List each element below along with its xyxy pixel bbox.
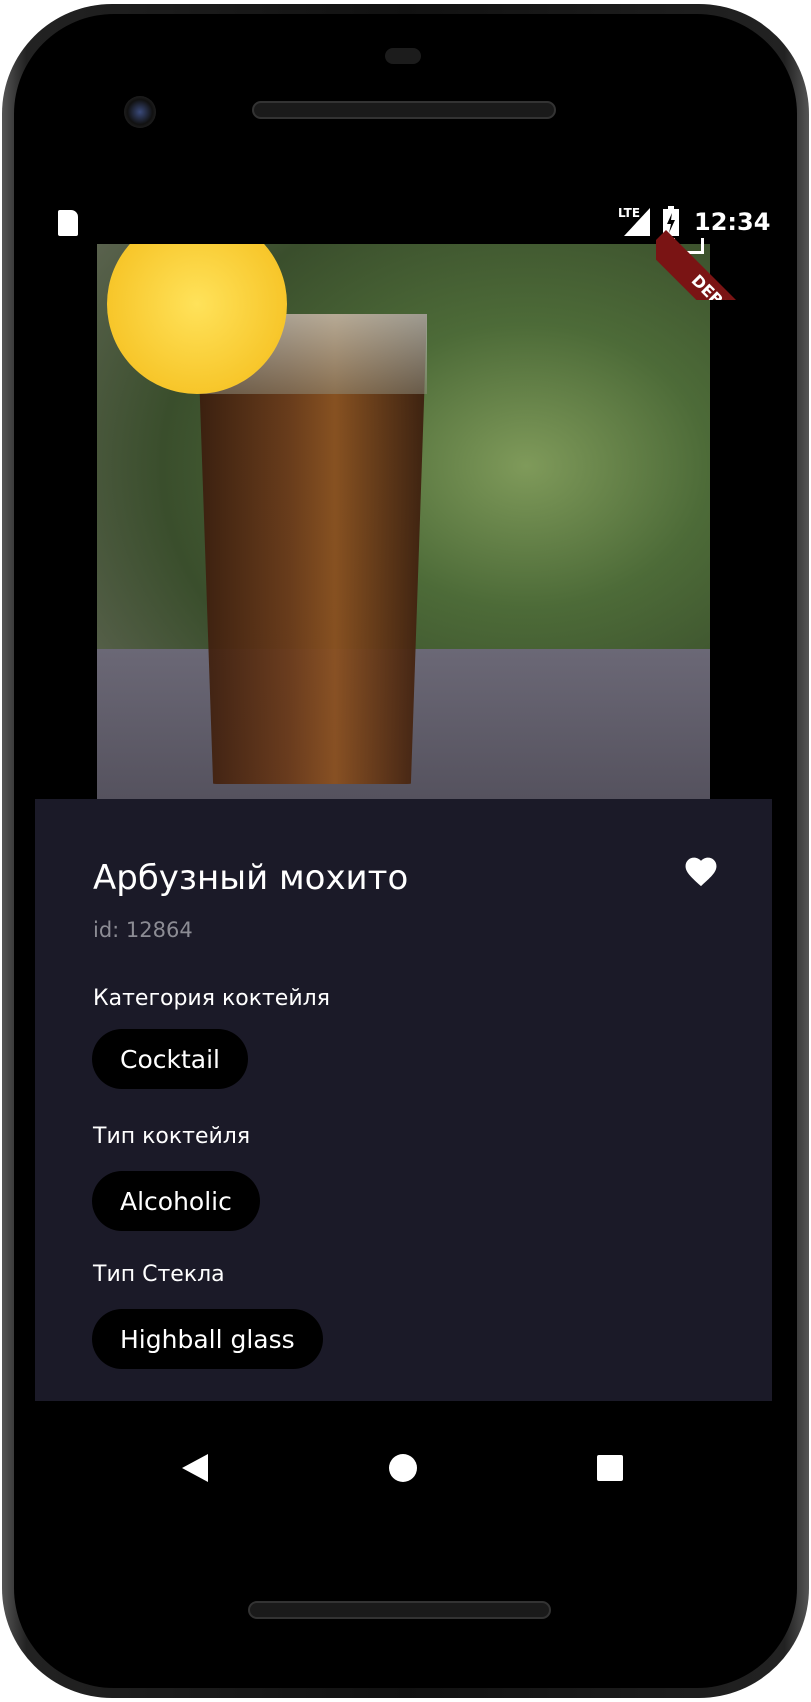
cocktail-image [97,244,710,799]
favorite-heart-icon[interactable] [682,853,720,887]
cocktail-title: Арбузный мохито [93,858,409,898]
nav-recents-icon[interactable] [597,1455,623,1481]
top-speaker [252,101,556,119]
glass-label: Тип Стекла [93,1262,225,1287]
type-chip[interactable]: Alcoholic [92,1171,260,1231]
type-label: Тип коктейля [93,1124,251,1149]
bottom-speaker [248,1601,551,1619]
nav-back-icon[interactable] [182,1454,208,1482]
category-label: Категория коктейля [93,986,330,1011]
signal-icon [624,208,650,236]
proximity-sensor [385,48,421,64]
sd-card-icon [58,210,78,236]
category-chip[interactable]: Cocktail [92,1029,248,1089]
debug-banner: DEBUG [656,200,776,300]
front-camera [124,96,156,128]
cocktail-id: id: 12864 [93,918,193,942]
nav-home-icon[interactable] [389,1454,417,1482]
glass-chip[interactable]: Highball glass [92,1309,323,1369]
